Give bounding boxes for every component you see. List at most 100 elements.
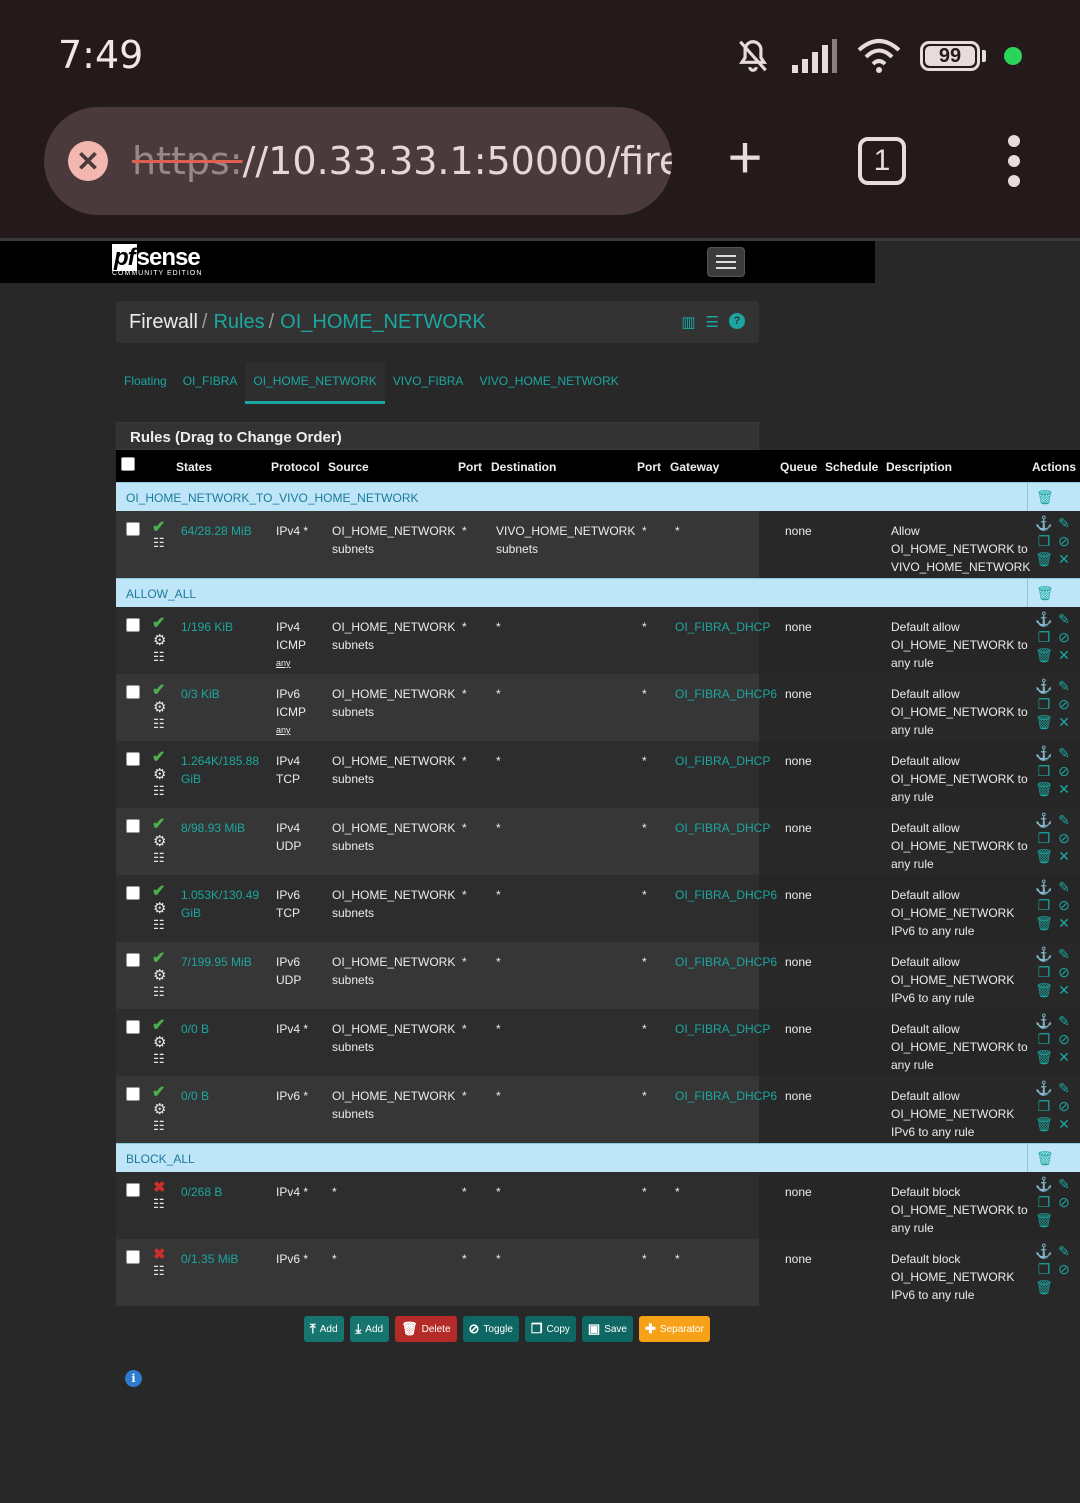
block-x-icon[interactable]: ✖: [153, 1178, 166, 1196]
rule-checkbox[interactable]: [126, 522, 140, 536]
separator-button[interactable]: ✚ Separator: [639, 1316, 710, 1342]
rule-gateway[interactable]: OI_FIBRA_DHCP: [675, 1020, 770, 1038]
protocol-icmp-type[interactable]: any: [276, 654, 326, 672]
rule-checkbox[interactable]: [126, 1087, 140, 1101]
browser-menu-button[interactable]: [1006, 135, 1022, 187]
rule-checkbox[interactable]: [126, 618, 140, 632]
tracking-list-icon[interactable]: ☷: [153, 783, 165, 799]
pass-check-icon[interactable]: ✔: [152, 881, 165, 901]
edit-pencil-icon[interactable]: ✎: [1054, 1080, 1074, 1097]
disable-icon[interactable]: ⊘: [1054, 1194, 1074, 1211]
kill-states-x-icon[interactable]: ✕: [1054, 647, 1074, 664]
tracking-list-icon[interactable]: ☷: [153, 1118, 165, 1134]
separator-row[interactable]: BLOCK_ALL 🗑: [116, 1143, 1080, 1173]
copy-icon[interactable]: ❐: [1034, 763, 1054, 780]
nav-menu-toggle[interactable]: [707, 247, 745, 277]
tracking-list-icon[interactable]: ☷: [153, 535, 165, 551]
edit-pencil-icon[interactable]: ✎: [1054, 611, 1074, 628]
tracking-list-icon[interactable]: ☷: [153, 1263, 165, 1279]
rule-states[interactable]: 0/0 B: [181, 1020, 271, 1038]
disable-icon[interactable]: ⊘: [1054, 830, 1074, 847]
add-top-button[interactable]: ⤒ Add: [304, 1316, 344, 1342]
delete-trash-icon[interactable]: 🗑: [1034, 551, 1054, 568]
rule-states[interactable]: 1.053K/130.49 GiB: [181, 886, 271, 922]
rule-gateway[interactable]: OI_FIBRA_DHCP: [675, 819, 770, 837]
copy-icon[interactable]: ❐: [1034, 629, 1054, 646]
anchor-icon[interactable]: ⚓: [1034, 879, 1054, 896]
delete-button[interactable]: 🗑 Delete: [395, 1316, 457, 1342]
table-row[interactable]: ✔ ⚙ ☷ 1/196 KiB IPv4 ICMP any OI_HOME_NETWORK s…: [116, 607, 1080, 674]
table-row[interactable]: ✖ ☷ 0/1.35 MiB IPv6 * * * * * * none Default block…: [116, 1239, 1080, 1306]
tracking-list-icon[interactable]: ☷: [153, 649, 165, 665]
table-row[interactable]: ✔ ⚙ ☷ 0/3 KiB IPv6 ICMP any OI_HOME_NETWORK sub…: [116, 674, 1080, 741]
rule-gateway[interactable]: OI_FIBRA_DHCP: [675, 752, 770, 770]
toggle-button[interactable]: ⊘ Toggle: [462, 1316, 519, 1342]
disable-icon[interactable]: ⊘: [1054, 696, 1074, 713]
anchor-icon[interactable]: ⚓: [1034, 1243, 1054, 1260]
table-row[interactable]: ✔ ⚙ ☷ 0/0 B IPv6 * OI_HOME_NETWORK subnets * * * O…: [116, 1076, 1080, 1143]
rule-states[interactable]: 0/1.35 MiB: [181, 1250, 271, 1268]
copy-icon[interactable]: ❐: [1034, 830, 1054, 847]
anchor-icon[interactable]: ⚓: [1034, 946, 1054, 963]
separator-row[interactable]: ALLOW_ALL 🗑: [116, 578, 1080, 608]
edit-pencil-icon[interactable]: ✎: [1054, 745, 1074, 762]
delete-trash-icon[interactable]: 🗑: [1034, 1049, 1054, 1066]
info-icon[interactable]: i: [125, 1370, 142, 1387]
disable-icon[interactable]: ⊘: [1054, 1261, 1074, 1278]
not-secure-icon[interactable]: ✕: [68, 141, 108, 181]
copy-icon[interactable]: ❐: [1034, 1098, 1054, 1115]
tracking-list-icon[interactable]: ☷: [153, 1196, 165, 1212]
pass-check-icon[interactable]: ✔: [152, 1015, 165, 1035]
kill-states-x-icon[interactable]: ✕: [1054, 551, 1074, 568]
delete-trash-icon[interactable]: 🗑: [1034, 714, 1054, 731]
disable-icon[interactable]: ⊘: [1054, 763, 1074, 780]
select-all-checkbox[interactable]: [121, 457, 135, 471]
rule-gateway[interactable]: OI_FIBRA_DHCP6: [675, 685, 777, 703]
edit-pencil-icon[interactable]: ✎: [1054, 946, 1074, 963]
tracking-list-icon[interactable]: ☷: [153, 716, 165, 732]
copy-icon[interactable]: ❐: [1034, 964, 1054, 981]
tracking-list-icon[interactable]: ☷: [153, 850, 165, 866]
anchor-icon[interactable]: ⚓: [1034, 611, 1054, 628]
rule-states[interactable]: 1/196 KiB: [181, 618, 271, 636]
rule-states[interactable]: 0/3 KiB: [181, 685, 271, 703]
kill-states-x-icon[interactable]: ✕: [1054, 1116, 1074, 1133]
anchor-icon[interactable]: ⚓: [1034, 1080, 1054, 1097]
block-x-icon[interactable]: ✖: [153, 1245, 166, 1263]
add-bottom-button[interactable]: ⤓ Add: [349, 1316, 390, 1342]
pass-check-icon[interactable]: ✔: [152, 613, 165, 633]
delete-trash-icon[interactable]: 🗑: [1034, 1212, 1054, 1229]
save-button[interactable]: ▣ Save: [581, 1316, 633, 1342]
edit-pencil-icon[interactable]: ✎: [1054, 1013, 1074, 1030]
edit-pencil-icon[interactable]: ✎: [1054, 1243, 1074, 1260]
anchor-icon[interactable]: ⚓: [1034, 1013, 1054, 1030]
pass-check-icon[interactable]: ✔: [152, 680, 165, 700]
kill-states-x-icon[interactable]: ✕: [1054, 915, 1074, 932]
rule-checkbox[interactable]: [126, 685, 140, 699]
tracking-list-icon[interactable]: ☷: [153, 917, 165, 933]
kill-states-x-icon[interactable]: ✕: [1054, 714, 1074, 731]
table-row[interactable]: ✔ ⚙ ☷ 1.053K/130.49 GiB IPv6 TCP OI_HOME_NETW…: [116, 875, 1080, 942]
rule-states[interactable]: 64/28.28 MiB: [181, 522, 271, 540]
tab-switcher-button[interactable]: 1: [858, 137, 906, 185]
rule-gateway[interactable]: OI_FIBRA_DHCP6: [675, 1087, 777, 1105]
separator-row[interactable]: OI_HOME_NETWORK_TO_VIVO_HOME_NETWORK 🗑: [116, 482, 1080, 512]
pass-check-icon[interactable]: ✔: [152, 517, 165, 537]
disable-icon[interactable]: ⊘: [1054, 629, 1074, 646]
pfsense-logo[interactable]: pfsense COMMUNITY EDITION: [112, 244, 202, 277]
table-row[interactable]: ✔ ⚙ ☷ 7/199.95 MiB IPv6 UDP OI_HOME_NETWORK su…: [116, 942, 1080, 1009]
url-text[interactable]: https://10.33.33.1:50000/firewall: [132, 139, 672, 183]
anchor-icon[interactable]: ⚓: [1034, 678, 1054, 695]
help-icon[interactable]: ?: [729, 313, 745, 329]
pass-check-icon[interactable]: ✔: [152, 747, 165, 767]
delete-trash-icon[interactable]: 🗑: [1034, 915, 1054, 932]
disable-icon[interactable]: ⊘: [1054, 1031, 1074, 1048]
table-row[interactable]: ✔ ⚙ ☷ 0/0 B IPv4 * OI_HOME_NETWORK subnets * * * O…: [116, 1009, 1080, 1076]
copy-icon[interactable]: ❐: [1034, 1031, 1054, 1048]
kill-states-x-icon[interactable]: ✕: [1054, 781, 1074, 798]
rule-states[interactable]: 0/268 B: [181, 1183, 271, 1201]
delete-trash-icon[interactable]: 🗑: [1034, 1279, 1054, 1296]
table-row[interactable]: ✔ ⚙ ☷ 8/98.93 MiB IPv4 UDP OI_HOME_NETWORK sub…: [116, 808, 1080, 875]
rule-checkbox[interactable]: [126, 1183, 140, 1197]
tab-vivo-home-network[interactable]: VIVO_HOME_NETWORK: [471, 362, 626, 404]
